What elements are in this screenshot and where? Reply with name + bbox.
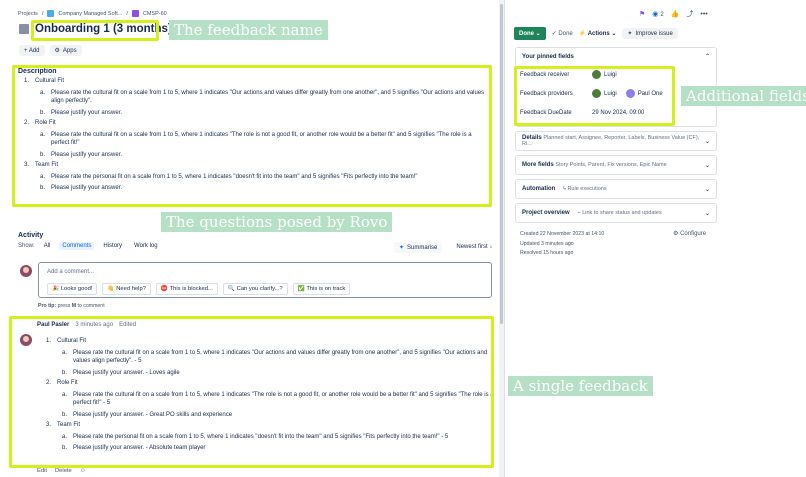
edit-comment-button[interactable]: Edit	[37, 468, 47, 474]
activity-heading: Activity	[18, 232, 44, 239]
highlight-title	[31, 20, 159, 41]
comment-actions: Edit Delete ☺	[37, 468, 86, 474]
lightning-icon: ⚡	[578, 31, 587, 37]
apps-button[interactable]: ⚙ Apps	[49, 45, 82, 56]
breadcrumb-issue-key[interactable]: CMSP-60	[143, 11, 167, 17]
share-icon[interactable]: ⤴	[686, 9, 693, 19]
link-icon: ⌁	[577, 210, 581, 216]
quick-reply-chip[interactable]: ✅ This is on track	[292, 283, 351, 295]
chevron-down-icon: ⌄	[704, 210, 710, 217]
status-dropdown[interactable]: Done ⌄	[514, 27, 546, 40]
gear-icon: ⚙	[673, 231, 679, 237]
actions-button[interactable]: ⚡ Actions ⌄	[579, 30, 617, 37]
issue-type-icon	[131, 10, 139, 17]
sparkle-icon: ✦	[627, 31, 633, 37]
current-user-avatar	[20, 265, 32, 277]
pro-tip: Pro tip: press M to comment	[38, 303, 105, 309]
breadcrumb-project[interactable]: Company Managed Soft...	[58, 11, 122, 17]
quick-reply-chip[interactable]: 🔍 Can you clarify...?	[222, 283, 288, 295]
summarise-button[interactable]: ✦ Summarise	[394, 242, 443, 253]
chevron-down-icon: ⌄	[704, 186, 710, 193]
breadcrumb-projects[interactable]: Projects	[18, 11, 38, 17]
more-fields-card[interactable]: More fields Story Points, Parent, Fix ve…	[515, 155, 717, 175]
reaction-icon[interactable]: ☺	[80, 468, 86, 474]
feedback-icon[interactable]: ⚑	[639, 10, 645, 18]
sparkle-icon: ✦	[399, 245, 405, 251]
chevron-down-icon: ⌄	[535, 31, 541, 37]
activity-actions: ✦ Summarise Newest first ↓	[394, 242, 492, 253]
callout-single-feedback: A single feedback	[508, 376, 653, 396]
like-icon[interactable]: 👍	[671, 10, 680, 18]
show-label: Show:	[18, 243, 35, 249]
more-icon[interactable]: •••	[700, 11, 707, 18]
callout-feedback-name: The feedback name	[169, 20, 328, 40]
quick-reply-chip[interactable]: ⛔ This is blocked...	[155, 283, 218, 295]
check-icon: ✓	[551, 31, 557, 37]
tab-all[interactable]: All	[41, 242, 54, 250]
callout-questions: The questions posed by Rovo	[161, 212, 393, 232]
watch-icon[interactable]: ◉ 2	[652, 10, 663, 18]
highlight-description	[12, 65, 492, 207]
apps-icon: ⚙	[54, 48, 60, 54]
lightning-icon: ϟ	[563, 186, 566, 192]
quick-reply-chips: 🎉 Looks good! 👋 Need help? ⛔ This is block…	[47, 283, 351, 295]
quick-reply-chip[interactable]: 👋 Need help?	[102, 283, 151, 295]
details-card[interactable]: Details Planned start, Assignee, Reporte…	[515, 131, 717, 151]
callout-additional-fields: Additional fields	[681, 86, 806, 106]
status-row: Done ⌄ ✓ Done ⚡ Actions ⌄ ✦ Improve issue	[514, 27, 678, 40]
scrollbar-thumb[interactable]	[500, 4, 503, 324]
issue-header-actions: ⚑ ◉ 2 👍 ⤴ •••	[639, 9, 708, 19]
sort-button[interactable]: Newest first ↓	[456, 242, 492, 253]
quick-reply-chip[interactable]: 🎉 Looks good!	[47, 283, 98, 295]
chevron-up-icon: ⌃	[704, 54, 710, 60]
improve-issue-button[interactable]: ✦ Improve issue	[622, 28, 678, 39]
highlight-pinned-fields	[514, 66, 675, 126]
tab-history[interactable]: History	[100, 242, 125, 250]
issue-toolbar: + Add ⚙ Apps	[19, 45, 82, 56]
chevron-down-icon: ⌄	[704, 162, 710, 169]
comment-composer[interactable]: Add a comment... 🎉 Looks good! 👋 Need hel…	[38, 262, 492, 298]
breadcrumb: Projects / Company Managed Soft... / CMS…	[18, 10, 167, 17]
pinned-fields-header[interactable]: Your pinned fields ⌃	[516, 48, 716, 65]
project-icon	[47, 10, 55, 17]
tab-comments[interactable]: Comments	[59, 242, 95, 250]
project-overview-card[interactable]: Project overview ⌁ Link to share status …	[515, 203, 717, 223]
delete-comment-button[interactable]: Delete	[55, 468, 72, 474]
issue-dates: Created 22 November 2023 at 14:10 Update…	[520, 231, 605, 256]
done-button[interactable]: ✓ Done	[552, 30, 573, 37]
automation-card[interactable]: Automation ϟ Rule executions ⌄	[515, 179, 717, 199]
chevron-down-icon: ⌄	[704, 138, 710, 145]
tab-work-log[interactable]: Work log	[131, 242, 161, 250]
comment-placeholder[interactable]: Add a comment...	[47, 269, 94, 275]
activity-filter-tabs: Show: All Comments History Work log	[18, 242, 161, 250]
issue-type-square-icon	[19, 24, 29, 34]
highlight-comment	[9, 316, 494, 468]
configure-button[interactable]: ⚙ Configure	[673, 230, 706, 237]
add-button[interactable]: + Add	[19, 45, 45, 56]
